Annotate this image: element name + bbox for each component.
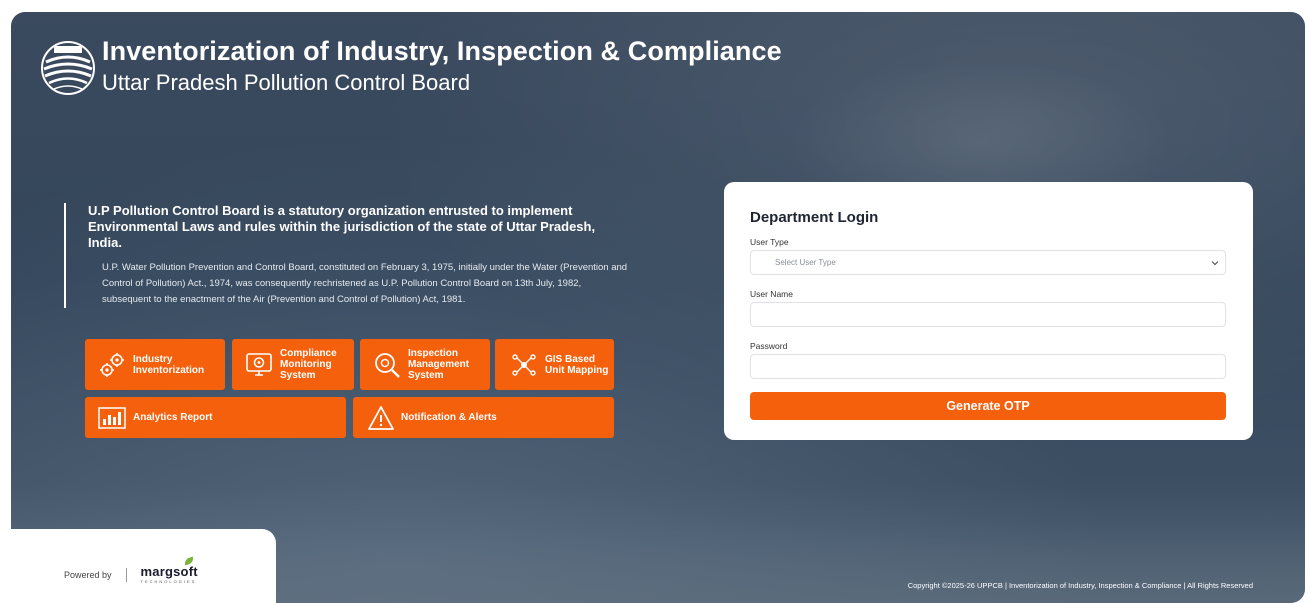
about-body: U.P. Water Pollution Prevention and Cont… bbox=[102, 262, 628, 305]
magnifier-gear-icon bbox=[375, 352, 400, 378]
tile-analytics-report[interactable]: Analytics Report bbox=[85, 397, 346, 438]
margsoft-logo: margsoft TECHNOLOGIES bbox=[140, 564, 198, 584]
page: Inventorization of Industry, Inspection … bbox=[0, 0, 1309, 603]
powered-by: Powered by margsoft TECHNOLOGIES bbox=[64, 565, 198, 584]
tile-gis-mapping[interactable]: GIS Based Unit Mapping bbox=[495, 339, 614, 390]
uppcb-emblem-icon bbox=[41, 41, 95, 95]
tile-notification-alerts[interactable]: Notification & Alerts bbox=[353, 397, 614, 438]
tile-label: Inspection Management System bbox=[408, 348, 470, 381]
network-map-icon bbox=[512, 353, 536, 376]
tile-label: Analytics Report bbox=[133, 412, 213, 423]
password-label: Password bbox=[750, 341, 788, 351]
app-title: Inventorization of Industry, Inspection … bbox=[102, 36, 782, 66]
tile-label: Compliance Monitoring System bbox=[280, 348, 337, 381]
about-section: U.P Pollution Control Board is a statuto… bbox=[64, 203, 628, 308]
tile-compliance-monitoring[interactable]: Compliance Monitoring System bbox=[232, 339, 354, 390]
footer-copyright: Copyright ©2025-26 UPPCB | Inventorizati… bbox=[907, 581, 1253, 590]
app-subtitle: Uttar Pradesh Pollution Control Board bbox=[102, 70, 471, 95]
username-label: User Name bbox=[750, 289, 793, 299]
bar-chart-icon bbox=[98, 406, 126, 429]
user-type-label: User Type bbox=[750, 237, 789, 247]
login-title: Department Login bbox=[750, 209, 879, 226]
username-input[interactable] bbox=[750, 302, 1226, 327]
monitor-gear-icon bbox=[246, 352, 272, 376]
generate-otp-button[interactable]: Generate OTP bbox=[750, 392, 1226, 420]
chevron-down-icon bbox=[1211, 260, 1219, 265]
user-type-select[interactable]: Select User Type bbox=[750, 250, 1226, 275]
user-type-selected: Select User Type bbox=[775, 258, 836, 267]
department-login-card: Department Login User Type Select User T… bbox=[724, 182, 1253, 440]
password-input[interactable] bbox=[750, 354, 1226, 379]
powered-by-label: Powered by bbox=[64, 569, 112, 580]
gears-icon bbox=[100, 352, 124, 377]
about-heading: U.P Pollution Control Board is a statuto… bbox=[88, 203, 596, 250]
tile-industry-inventorization[interactable]: Industry Inventorization bbox=[85, 339, 225, 390]
tile-label: Industry Inventorization bbox=[133, 353, 205, 376]
tile-label: GIS Based Unit Mapping bbox=[545, 353, 609, 376]
warning-icon bbox=[368, 405, 394, 430]
tile-label: Notification & Alerts bbox=[401, 412, 497, 423]
tile-inspection-management[interactable]: Inspection Management System bbox=[360, 339, 490, 390]
